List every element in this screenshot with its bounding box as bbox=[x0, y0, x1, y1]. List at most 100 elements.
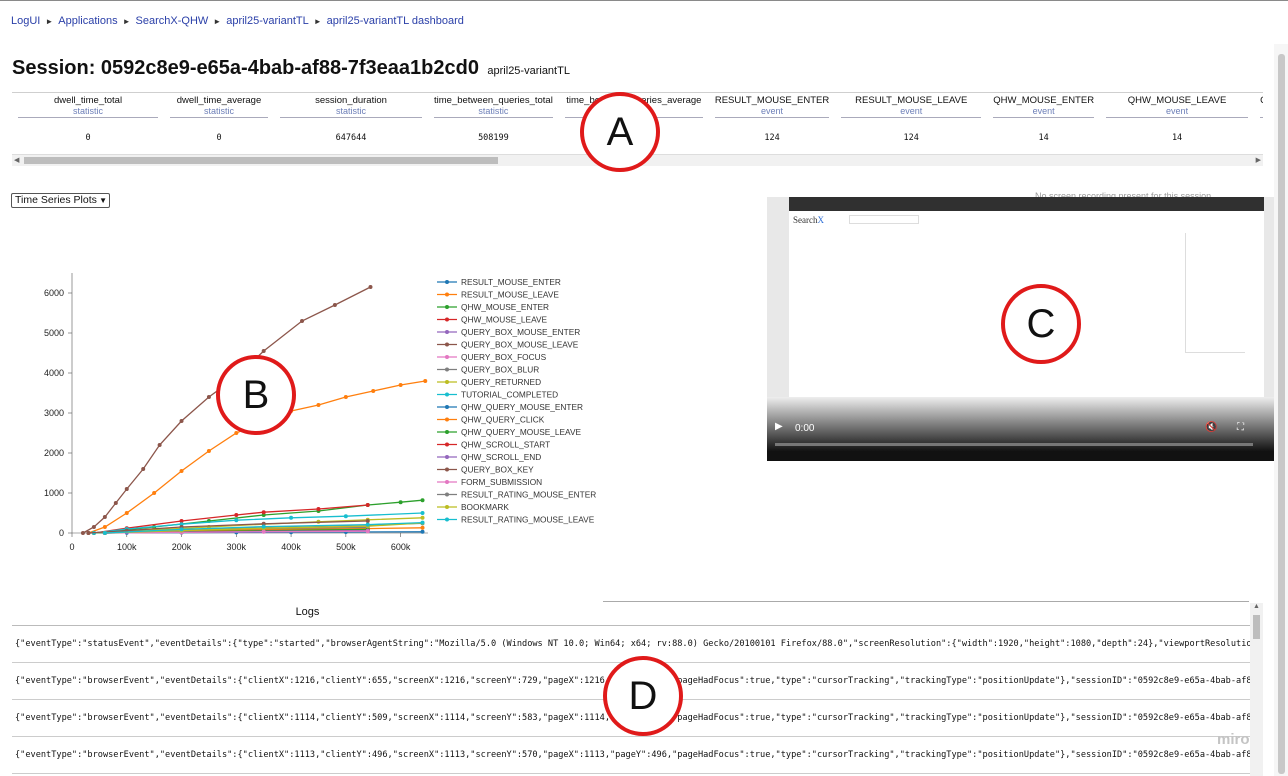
x-tick-label: 200k bbox=[172, 542, 192, 552]
legend-marker bbox=[445, 355, 449, 359]
legend-label: QHW_MOUSE_ENTER bbox=[461, 302, 549, 312]
data-point bbox=[316, 403, 321, 407]
stats-cell: 647644 bbox=[335, 133, 367, 143]
stats-column-kind: statistic bbox=[434, 106, 553, 118]
data-point bbox=[420, 498, 425, 503]
data-point bbox=[179, 469, 184, 473]
data-point bbox=[289, 515, 294, 520]
breadcrumb-separator-icon: ► bbox=[122, 17, 131, 26]
breadcrumb-separator-icon: ► bbox=[313, 17, 322, 26]
top-border bbox=[0, 0, 1288, 1]
breadcrumb-logui[interactable]: LogUI bbox=[11, 15, 40, 27]
breadcrumb-app[interactable]: SearchX-QHW bbox=[136, 15, 209, 27]
stats-column-kind: event bbox=[993, 106, 1095, 118]
breadcrumb: LogUI ► Applications ► SearchX-QHW ► april25-v… bbox=[11, 15, 464, 27]
data-point bbox=[365, 522, 370, 527]
video-time: 0:00 bbox=[795, 423, 815, 434]
legend-marker bbox=[445, 505, 449, 509]
play-icon[interactable]: ▶ bbox=[775, 421, 783, 432]
breadcrumb-flight[interactable]: april25-variantTL bbox=[226, 15, 309, 27]
breadcrumb-dashboard[interactable]: april25-variantTL dashboard bbox=[327, 15, 464, 27]
miro-watermark: miro bbox=[1217, 731, 1250, 748]
mute-icon[interactable]: 🔇 bbox=[1205, 422, 1217, 433]
stats-cell: 9 bbox=[1254, 118, 1263, 148]
stats-column-name: time_between_queries_total bbox=[434, 95, 553, 106]
data-point bbox=[124, 511, 129, 515]
scroll-left-icon[interactable]: ◀ bbox=[14, 156, 19, 164]
y-tick-label: 0 bbox=[59, 528, 64, 538]
scroll-up-icon[interactable]: ▲ bbox=[1253, 603, 1260, 610]
y-tick-label: 6000 bbox=[44, 288, 64, 298]
legend-marker bbox=[445, 492, 449, 497]
data-point bbox=[420, 525, 425, 530]
data-point bbox=[102, 525, 107, 529]
data-point bbox=[261, 510, 266, 515]
page-scrollbar[interactable] bbox=[1274, 44, 1288, 776]
stats-column-header: QUERY_BOX_MOUSE_ENTERevent bbox=[1254, 92, 1263, 118]
video-progress-track[interactable] bbox=[775, 443, 1253, 446]
legend-label: RESULT_MOUSE_LEAVE bbox=[461, 290, 559, 300]
data-point bbox=[113, 501, 118, 505]
legend-marker bbox=[445, 280, 449, 284]
annotation-a: A bbox=[580, 92, 660, 172]
legend-marker bbox=[445, 292, 449, 297]
data-point bbox=[234, 513, 239, 517]
stats-cell: 124 bbox=[764, 133, 780, 143]
page-header: Session: 0592c8e9-e65a-4bab-af88-7f3eaa1… bbox=[12, 57, 570, 80]
data-point bbox=[343, 514, 348, 519]
data-point bbox=[234, 431, 239, 435]
scrollbar-thumb[interactable] bbox=[24, 157, 498, 164]
stats-column-name: session_duration bbox=[315, 95, 387, 106]
stats-column-kind: statistic bbox=[18, 106, 158, 118]
data-point bbox=[420, 520, 425, 525]
breadcrumb-separator-icon: ► bbox=[213, 17, 222, 26]
legend-label: BOOKMARK bbox=[461, 502, 509, 512]
stats-column-kind: statistic bbox=[280, 106, 422, 118]
legend-marker bbox=[445, 380, 449, 384]
legend-marker bbox=[445, 442, 449, 447]
legend-label: QHW_SCROLL_END bbox=[461, 452, 541, 462]
y-tick-label: 1000 bbox=[44, 488, 64, 498]
logs-heading: Logs bbox=[295, 606, 320, 618]
stats-column-name: QHW_MOUSE_LEAVE bbox=[1127, 95, 1227, 106]
x-tick-label: 400k bbox=[281, 542, 301, 552]
stats-column-name: dwell_time_total bbox=[53, 95, 123, 106]
scroll-right-icon[interactable]: ▶ bbox=[1256, 156, 1261, 164]
legend-marker bbox=[445, 342, 449, 347]
stats-column-header: RESULT_MOUSE_LEAVE event bbox=[835, 92, 987, 118]
breadcrumb-applications[interactable]: Applications bbox=[58, 15, 117, 27]
legend-marker bbox=[445, 330, 449, 334]
page-scrollbar-thumb[interactable] bbox=[1278, 54, 1285, 774]
legend-marker bbox=[445, 480, 449, 484]
data-point bbox=[420, 515, 425, 520]
data-point bbox=[316, 507, 321, 511]
view-select[interactable]: Time Series Plots ▼ bbox=[11, 193, 110, 208]
recorded-search-box bbox=[849, 215, 919, 224]
stats-column-kind: statistic bbox=[170, 106, 268, 118]
x-tick-label: 100k bbox=[117, 542, 137, 552]
data-point bbox=[420, 511, 425, 515]
logo-part-a: Search bbox=[793, 215, 818, 225]
stats-column-name: QHW_MOUSE_ENTER bbox=[993, 95, 1095, 106]
recorded-site-logo: SearchX bbox=[793, 215, 824, 225]
data-point bbox=[179, 527, 184, 532]
data-point bbox=[234, 518, 239, 523]
logs-vertical-scrollbar[interactable]: ▲ bbox=[1250, 603, 1263, 776]
data-point bbox=[371, 389, 376, 393]
fullscreen-icon[interactable]: ⛶ bbox=[1237, 422, 1244, 433]
data-point bbox=[365, 529, 370, 534]
logs-divider bbox=[603, 601, 1249, 602]
data-point bbox=[261, 524, 266, 529]
legend-label: QUERY_BOX_MOUSE_LEAVE bbox=[461, 340, 579, 350]
data-point bbox=[368, 285, 373, 289]
annotation-d: D bbox=[603, 656, 683, 736]
data-point bbox=[102, 531, 107, 535]
data-point bbox=[398, 500, 403, 505]
log-row: {"eventType":"browserEvent","eventDetail… bbox=[12, 737, 1250, 774]
data-point bbox=[420, 529, 425, 534]
data-point bbox=[124, 487, 129, 491]
time-series-chart: 0 1000 2000 3000 4000 5000 6000 0 100k 200k 300k 40… bbox=[30, 265, 600, 565]
legend-marker bbox=[445, 405, 449, 409]
view-select-value: Time Series Plots bbox=[15, 194, 97, 206]
scrollbar-thumb[interactable] bbox=[1253, 615, 1260, 639]
